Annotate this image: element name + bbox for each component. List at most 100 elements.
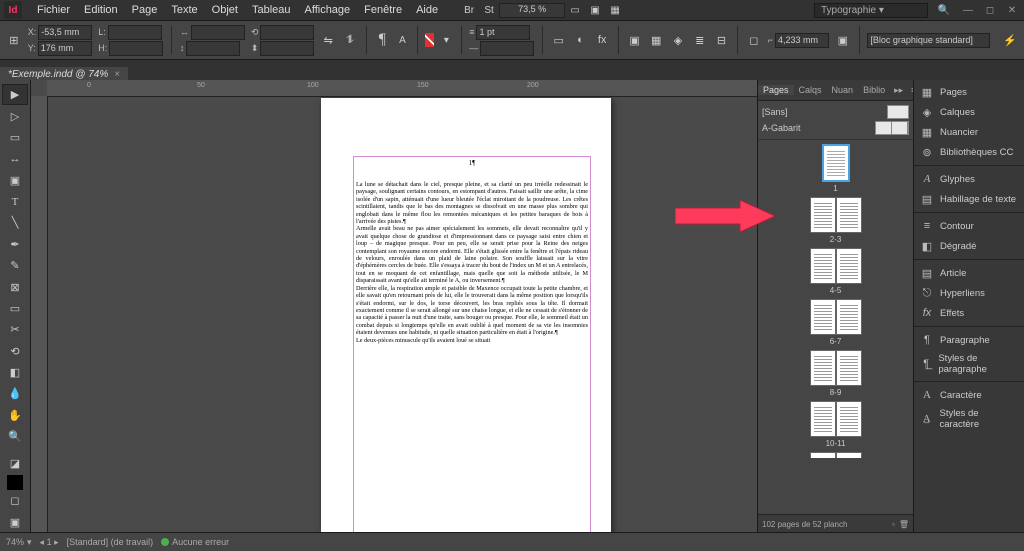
view-mode-icon[interactable]: ▭ bbox=[565, 2, 585, 18]
dock-glyphs[interactable]: AGlyphes bbox=[914, 169, 1024, 189]
page-thumb-10-11[interactable] bbox=[758, 401, 913, 437]
eyedropper-tool-icon[interactable]: 💧 bbox=[2, 383, 28, 404]
screen-mode-icon[interactable]: ▣ bbox=[585, 2, 605, 18]
fx-icon[interactable]: fx bbox=[594, 28, 610, 52]
maximize-icon[interactable]: ◻ bbox=[982, 3, 998, 17]
canvas[interactable]: 0 50 100 150 200 1¶ La lune se détachait… bbox=[31, 80, 757, 533]
zoom-tool-icon[interactable]: 🔍 bbox=[2, 426, 28, 447]
page-thumb-2-3[interactable] bbox=[758, 197, 913, 233]
fit-content-icon[interactable]: ▣ bbox=[835, 28, 851, 52]
page-thumb-6-7[interactable] bbox=[758, 299, 913, 335]
stock-icon[interactable]: St bbox=[479, 2, 499, 18]
pen-tool-icon[interactable]: ✒ bbox=[2, 234, 28, 255]
dock-swatches[interactable]: ▦Nuancier bbox=[914, 122, 1024, 142]
fill-stroke-icon[interactable]: ◪ bbox=[2, 453, 28, 474]
page-thumb-1[interactable] bbox=[822, 144, 850, 182]
menu-view[interactable]: Affichage bbox=[298, 4, 358, 16]
wrap-bbox-icon[interactable]: ▦ bbox=[648, 28, 664, 52]
page-spread[interactable]: 1¶ La lune se détachait dans le ciel, pr… bbox=[321, 98, 611, 533]
format-container-icon[interactable]: ◻ bbox=[2, 490, 28, 511]
scale-x-field[interactable] bbox=[191, 25, 245, 40]
dock-textwrap[interactable]: ▤Habillage de texte bbox=[914, 189, 1024, 209]
dock-char[interactable]: ACaractère bbox=[914, 385, 1024, 405]
stroke-weight-field[interactable] bbox=[476, 25, 530, 40]
wrap-jump2-icon[interactable]: ⊟ bbox=[714, 28, 730, 52]
scissors-tool-icon[interactable]: ✂ bbox=[2, 319, 28, 340]
page-thumb-8-9[interactable] bbox=[758, 350, 913, 386]
type-tool-icon[interactable]: T bbox=[2, 191, 28, 212]
menu-window[interactable]: Fenêtre bbox=[357, 4, 409, 16]
status-preflight[interactable]: Aucune erreur bbox=[161, 537, 229, 547]
tab-swatch[interactable]: Nuan bbox=[827, 85, 859, 95]
tab-pages[interactable]: Pages bbox=[758, 85, 794, 95]
dock-pages[interactable]: ▦Pages bbox=[914, 82, 1024, 102]
flip-v-icon[interactable]: ⥮ bbox=[342, 28, 358, 52]
page-thumb-4-5[interactable] bbox=[758, 248, 913, 284]
tab-layers[interactable]: Calqs bbox=[794, 85, 827, 95]
minimize-icon[interactable]: — bbox=[960, 3, 976, 17]
gap-tool-icon[interactable]: ↔ bbox=[2, 148, 28, 169]
opacity-icon[interactable]: ◐ bbox=[573, 28, 589, 52]
text-frame[interactable]: 1¶ La lune se détachait dans le ciel, pr… bbox=[353, 156, 591, 533]
master-none[interactable]: [Sans] bbox=[762, 104, 909, 120]
wrap-none-icon[interactable]: ▣ bbox=[627, 28, 643, 52]
page-thumb-more[interactable] bbox=[758, 452, 913, 458]
zoom-field[interactable]: 73,5 % bbox=[499, 3, 565, 18]
arrange-icon[interactable]: ▦ bbox=[605, 2, 625, 18]
pencil-tool-icon[interactable]: ✎ bbox=[2, 255, 28, 276]
new-page-icon[interactable]: ▫ bbox=[892, 520, 895, 529]
stroke-style-field[interactable] bbox=[480, 41, 534, 56]
shear-field[interactable] bbox=[260, 41, 314, 56]
dock-article[interactable]: ▤Article bbox=[914, 263, 1024, 283]
direct-select-tool-icon[interactable]: ▷ bbox=[2, 105, 28, 126]
scale-y-field[interactable] bbox=[186, 41, 240, 56]
close-icon[interactable]: ✕ bbox=[1004, 3, 1020, 17]
bridge-icon[interactable]: Br bbox=[459, 2, 479, 18]
fill-dropdown-icon[interactable]: ▾ bbox=[440, 32, 452, 48]
corner-radius-field[interactable] bbox=[775, 33, 829, 48]
apply-color-icon[interactable] bbox=[7, 475, 23, 491]
dock-effects[interactable]: fxEffets bbox=[914, 303, 1024, 323]
effects-icon[interactable]: ▭ bbox=[551, 28, 567, 52]
wrap-jump-icon[interactable]: ≣ bbox=[692, 28, 708, 52]
selection-tool-icon[interactable]: ▶ bbox=[2, 84, 28, 105]
menu-object[interactable]: Objet bbox=[205, 4, 245, 16]
rotate-field[interactable] bbox=[260, 25, 314, 40]
dock-paragraph[interactable]: ¶Paragraphe bbox=[914, 330, 1024, 350]
reference-point-icon[interactable]: ⊞ bbox=[6, 28, 22, 52]
hand-tool-icon[interactable]: ✋ bbox=[2, 405, 28, 426]
line-tool-icon[interactable]: ╲ bbox=[2, 212, 28, 233]
dock-layers[interactable]: ◈Calques bbox=[914, 102, 1024, 122]
search-icon[interactable]: 🔍 bbox=[934, 2, 954, 18]
menu-file[interactable]: Fichier bbox=[30, 4, 77, 16]
w-field[interactable] bbox=[108, 25, 162, 40]
flip-h-icon[interactable]: ⇋ bbox=[320, 28, 336, 52]
dock-stroke[interactable]: ≡Contour bbox=[914, 216, 1024, 236]
x-field[interactable] bbox=[38, 25, 92, 40]
tab-cc[interactable]: Biblio bbox=[858, 85, 890, 95]
workspace-switcher[interactable]: Typographie ▾ bbox=[814, 3, 928, 18]
screen-mode-tool-icon[interactable]: ▣ bbox=[2, 512, 28, 533]
transform-tool-icon[interactable]: ⟲ bbox=[2, 341, 28, 362]
dock-hyperlinks[interactable]: ⎋Hyperliens bbox=[914, 283, 1024, 303]
menu-table[interactable]: Tableau bbox=[245, 4, 298, 16]
trash-icon[interactable]: 🗑 bbox=[899, 520, 909, 529]
master-gabarit[interactable]: A-Gabarit bbox=[762, 120, 909, 136]
wrap-shape-icon[interactable]: ◈ bbox=[670, 28, 686, 52]
menu-help[interactable]: Aide bbox=[409, 4, 445, 16]
menu-page[interactable]: Page bbox=[125, 4, 165, 16]
dock-para-styles[interactable]: ¶̲Styles de paragraphe bbox=[914, 350, 1024, 378]
rect-tool-icon[interactable]: ▭ bbox=[2, 298, 28, 319]
corner-icon[interactable]: ◻ bbox=[746, 28, 762, 52]
dock-char-styles[interactable]: A̲Styles de caractère bbox=[914, 405, 1024, 433]
dock-cc-libs[interactable]: ⊚Bibliothèques CC bbox=[914, 142, 1024, 162]
page-tool-icon[interactable]: ▭ bbox=[2, 127, 28, 148]
gradient-tool-icon[interactable]: ◧ bbox=[2, 362, 28, 383]
quick-apply-icon[interactable]: ⚡ bbox=[1002, 28, 1018, 52]
object-style-field[interactable] bbox=[867, 33, 990, 48]
rect-frame-tool-icon[interactable]: ⊠ bbox=[2, 276, 28, 297]
content-collector-icon[interactable]: ▣ bbox=[2, 170, 28, 191]
dock-gradient[interactable]: ◧Dégradé bbox=[914, 236, 1024, 256]
char-mode-icon[interactable]: A bbox=[396, 32, 408, 48]
h-field[interactable] bbox=[109, 41, 163, 56]
